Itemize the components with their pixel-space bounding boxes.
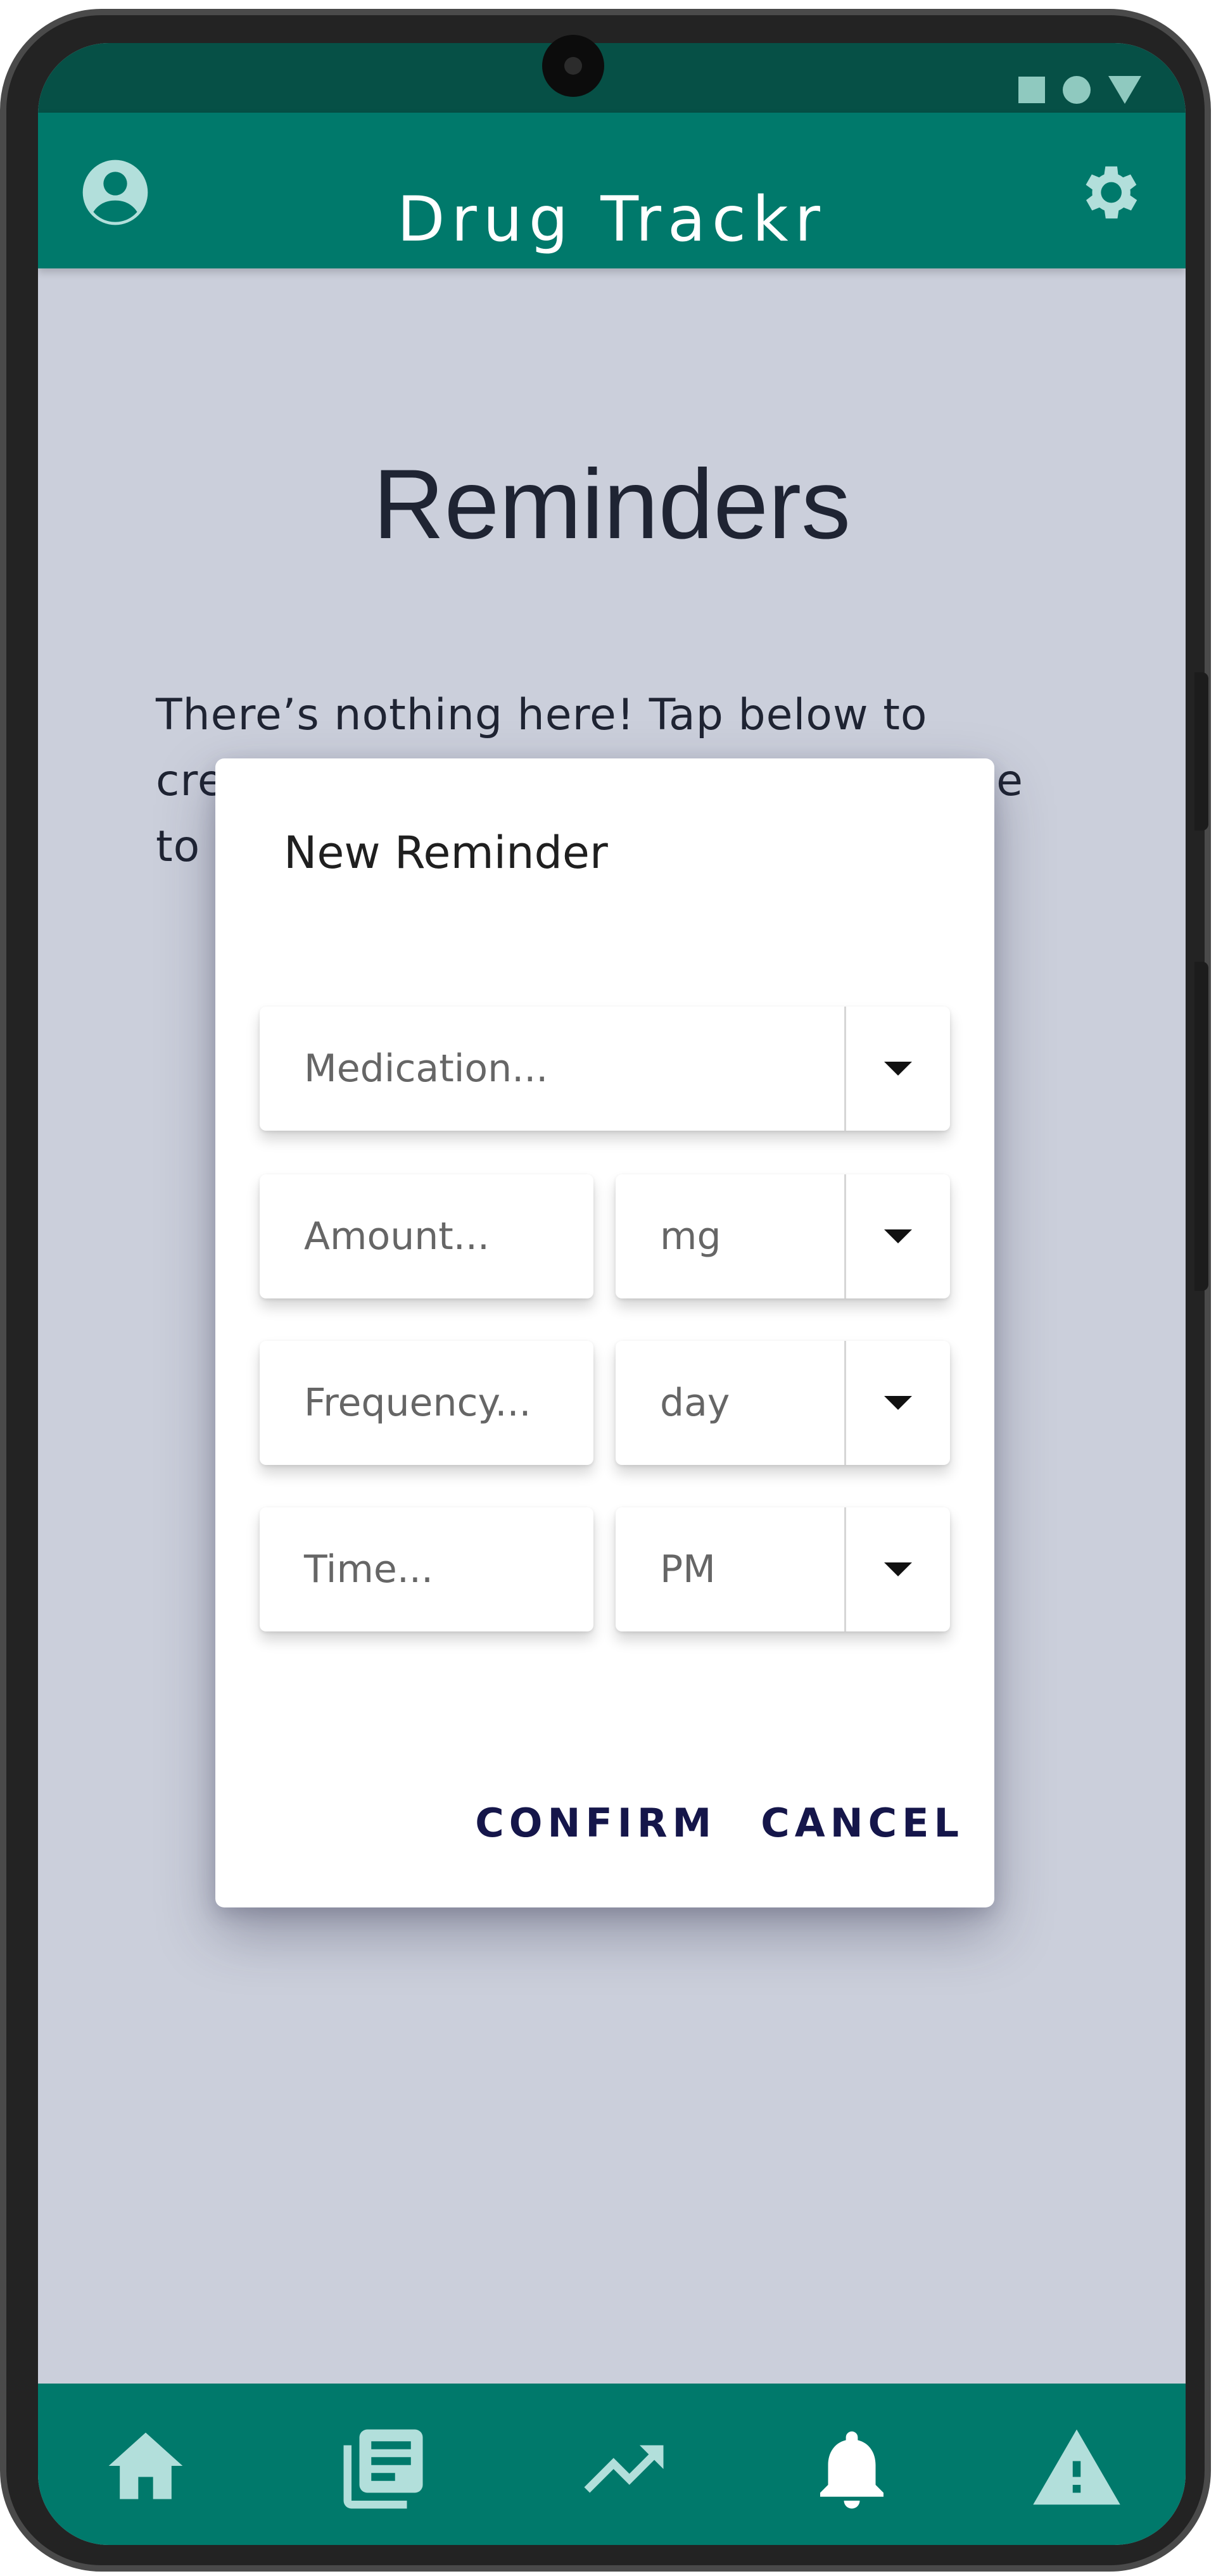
- time-period-select[interactable]: PM: [616, 1507, 950, 1631]
- nav-warning-icon[interactable]: [1026, 2422, 1127, 2519]
- medication-dropdown-button[interactable]: [844, 1007, 950, 1131]
- chevron-down-icon: [884, 1562, 912, 1576]
- chevron-down-icon: [884, 1229, 912, 1243]
- amount-unit-select[interactable]: mg: [616, 1174, 950, 1298]
- volume-button: [1194, 672, 1208, 831]
- bottom-navigation: [38, 2384, 1186, 2545]
- dialog-actions: CONFIRM CANCEL: [475, 1800, 964, 1846]
- confirm-button[interactable]: CONFIRM: [475, 1800, 716, 1846]
- triangle-icon: [1108, 76, 1141, 104]
- frequency-period-value: day: [660, 1381, 730, 1425]
- amount-unit-dropdown-button[interactable]: [844, 1174, 950, 1298]
- amount-placeholder: Amount...: [304, 1214, 490, 1259]
- gear-icon[interactable]: [1073, 157, 1144, 230]
- time-period-value: PM: [660, 1547, 716, 1592]
- square-icon: [1018, 77, 1045, 103]
- circle-icon: [1063, 76, 1091, 104]
- app-bar: Drug Trackr: [38, 113, 1186, 268]
- frequency-input[interactable]: Frequency...: [260, 1341, 593, 1465]
- frequency-period-dropdown-button[interactable]: [844, 1341, 950, 1465]
- frequency-placeholder: Frequency...: [304, 1381, 531, 1425]
- amount-input[interactable]: Amount...: [260, 1174, 593, 1298]
- nav-trending-icon[interactable]: [576, 2422, 671, 2519]
- medication-placeholder: Medication...: [304, 1046, 548, 1091]
- nav-log-icon[interactable]: [336, 2422, 431, 2519]
- page-title: Reminders: [372, 449, 851, 560]
- front-camera: [542, 35, 604, 97]
- medication-select[interactable]: Medication...: [260, 1007, 950, 1131]
- nav-home-icon[interactable]: [101, 2422, 190, 2513]
- time-input[interactable]: Time...: [260, 1507, 593, 1631]
- nav-bell-icon[interactable]: [804, 2422, 899, 2519]
- new-reminder-dialog: New Reminder Medication... Amount... mg …: [215, 758, 994, 1907]
- power-button: [1194, 962, 1208, 1291]
- status-bar: [38, 43, 1186, 113]
- chevron-down-icon: [884, 1062, 912, 1076]
- amount-unit-value: mg: [660, 1214, 721, 1259]
- dialog-title: New Reminder: [284, 827, 608, 879]
- cancel-button[interactable]: CANCEL: [761, 1800, 964, 1846]
- app-title: Drug Trackr: [397, 184, 826, 256]
- time-placeholder: Time...: [304, 1547, 434, 1592]
- system-nav-indicators: [1018, 76, 1141, 104]
- chevron-down-icon: [884, 1396, 912, 1410]
- frequency-period-select[interactable]: day: [616, 1341, 950, 1465]
- time-period-dropdown-button[interactable]: [844, 1507, 950, 1631]
